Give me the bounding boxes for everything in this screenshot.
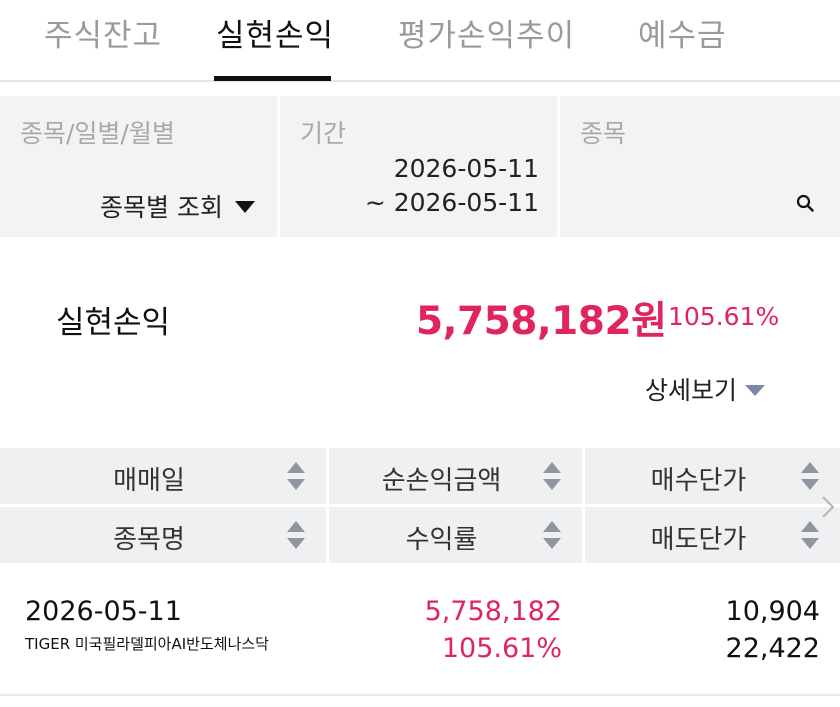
header-sell-price[interactable]: 매도단가: [585, 507, 840, 563]
realized-pnl-title: 실현손익: [56, 305, 171, 341]
chevron-right-icon[interactable]: [820, 494, 836, 520]
tab-stock-balance[interactable]: 주식잔고: [44, 10, 162, 55]
row-net-profit: 5,758,182: [424, 596, 562, 627]
header-return-rate-label: 수익률: [405, 525, 478, 555]
sort-icon: [801, 462, 819, 490]
sort-icon: [801, 521, 819, 549]
caret-down-icon: [235, 201, 255, 213]
header-stock-name-label: 종목명: [113, 525, 185, 555]
active-tab-indicator: [214, 76, 331, 81]
tab-bar: 주식잔고 실현손익 평가손익추이 예수금: [0, 0, 840, 82]
tab-valuation-trend[interactable]: 평가손익추이: [398, 10, 575, 55]
row-sell-price: 22,422: [725, 633, 820, 664]
sort-icon: [543, 521, 561, 549]
row-return-rate: 105.61%: [441, 633, 562, 664]
header-net-profit[interactable]: 순손익금액: [329, 448, 582, 504]
table-row[interactable]: 2026-05-11 TIGER 미국필라델피아AI반도체나스닥 5,758,1…: [0, 566, 840, 696]
period-end-date: ~ 2026-05-11: [364, 188, 539, 217]
realized-pnl-amount: 5,758,182원: [416, 299, 667, 344]
detail-view-label: 상세보기: [645, 376, 738, 405]
view-type-label: 종목/일별/월별: [20, 119, 175, 148]
header-net-profit-label: 순손익금액: [381, 466, 502, 496]
detail-view-button[interactable]: 상세보기: [645, 371, 766, 407]
tab-deposit[interactable]: 예수금: [638, 10, 727, 55]
period-start-date: 2026-05-11: [393, 154, 539, 183]
row-trade-date: 2026-05-11: [25, 596, 182, 627]
header-buy-price[interactable]: 매수단가: [585, 448, 840, 504]
row-stock-name: TIGER 미국필라델피아AI반도체나스닥: [25, 635, 269, 653]
view-type-select[interactable]: 종목/일별/월별 종목별 조회: [0, 96, 277, 237]
view-type-value: 종목별 조회: [100, 188, 255, 224]
stock-label: 종목: [580, 119, 627, 148]
realized-pnl-rate: 105.61%: [668, 302, 780, 331]
header-trade-date-label: 매매일: [113, 466, 185, 496]
header-return-rate[interactable]: 수익률: [329, 507, 582, 563]
search-icon[interactable]: [796, 194, 814, 212]
row-buy-price: 10,904: [725, 596, 820, 627]
sort-icon: [287, 521, 305, 549]
stock-search-field[interactable]: 종목: [560, 96, 840, 237]
caret-down-icon: [745, 384, 766, 396]
period-label: 기간: [300, 119, 347, 148]
header-sell-price-label: 매도단가: [650, 525, 747, 555]
tab-realized-pnl[interactable]: 실현손익: [216, 10, 334, 55]
sort-icon: [287, 462, 305, 490]
view-type-value-text: 종목별 조회: [100, 193, 223, 222]
period-picker[interactable]: 기간 2026-05-11 ~ 2026-05-11: [280, 96, 557, 237]
header-stock-name[interactable]: 종목명: [0, 507, 326, 563]
header-buy-price-label: 매수단가: [650, 466, 747, 496]
sort-icon: [543, 462, 561, 490]
header-trade-date[interactable]: 매매일: [0, 448, 326, 504]
